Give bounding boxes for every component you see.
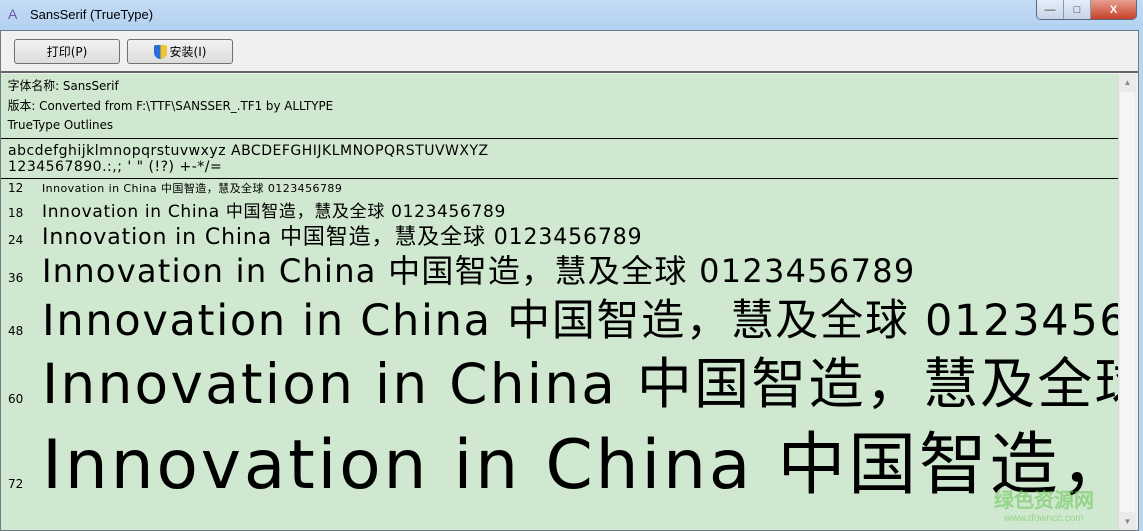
size-label: 72 bbox=[8, 477, 24, 491]
watermark-url: www.downcc.com bbox=[1004, 513, 1084, 524]
watermark: 绿色资源网 www.downcc.com bbox=[994, 484, 1094, 524]
scroll-up-arrow-icon[interactable]: ▲ bbox=[1119, 74, 1136, 91]
vertical-scrollbar[interactable]: ▲ ▼ bbox=[1118, 74, 1136, 530]
font-outline-type: TrueType Outlines bbox=[7, 117, 114, 132]
title-bar: A SansSerif (TrueType) — □ X bbox=[0, 0, 1143, 30]
font-viewer-window: 打印(P) 安装(I) 字体名称: SansSerif 版本: Converte… bbox=[0, 30, 1139, 531]
size-label: 12 bbox=[8, 181, 24, 195]
size-label: 48 bbox=[8, 324, 24, 338]
print-label: 打印(P) bbox=[46, 45, 88, 59]
shield-icon bbox=[153, 44, 167, 59]
charset-preview: abcdefghijklmnopqrstuvwxyz ABCDEFGHIJKLM… bbox=[1, 139, 1118, 178]
font-preview-area: 字体名称: SansSerif 版本: Converted from F:\TT… bbox=[1, 74, 1118, 530]
size-label: 24 bbox=[8, 233, 24, 247]
install-label: 安装(I) bbox=[169, 45, 207, 59]
size-label: 18 bbox=[8, 206, 24, 220]
sample-text: Innovation in China 中国智造，慧及全球 0123456789 bbox=[42, 352, 1118, 416]
minimize-button[interactable]: — bbox=[1037, 0, 1064, 19]
font-version: 版本: Converted from F:\TTF\SANSSER_.TF1 b… bbox=[7, 97, 334, 113]
close-button[interactable]: X bbox=[1091, 0, 1136, 19]
sample-text: Innovation in China 中国智造，慧及全球 0123456789 bbox=[42, 426, 1118, 505]
scroll-down-arrow-icon[interactable]: ▼ bbox=[1119, 513, 1136, 530]
sample-row-72: 72 Innovation in China 中国智造，慧及全球 01234567… bbox=[1, 409, 1118, 508]
install-button[interactable]: 安装(I) bbox=[127, 39, 233, 64]
sample-row-12: 12 Innovation in China 中国智造，慧及全球 01234567… bbox=[1, 180, 342, 196]
sample-row-60: 60 Innovation in China 中国智造，慧及全球 01234567… bbox=[1, 339, 1118, 419]
font-name: 字体名称: SansSerif bbox=[7, 78, 119, 93]
window-title: SansSerif (TrueType) bbox=[30, 7, 154, 22]
charset-letters: abcdefghijklmnopqrstuvwxyz ABCDEFGHIJKLM… bbox=[8, 142, 489, 159]
charset-digits: 1234567890.:,; ' " (!?) +-*/= bbox=[8, 158, 223, 175]
watermark-title: 绿色资源网 bbox=[994, 488, 1094, 512]
font-info: 字体名称: SansSerif 版本: Converted from F:\TT… bbox=[1, 74, 1062, 137]
print-button[interactable]: 打印(P) bbox=[14, 39, 120, 64]
size-label: 60 bbox=[8, 392, 24, 406]
toolbar: 打印(P) 安装(I) bbox=[1, 31, 1138, 73]
size-label: 36 bbox=[8, 271, 24, 285]
maximize-button[interactable]: □ bbox=[1064, 0, 1091, 19]
sample-text: Innovation in China 中国智造，慧及全球 0123456789 bbox=[42, 182, 343, 195]
scrollbar-thumb[interactable] bbox=[1120, 92, 1135, 512]
font-app-icon: A bbox=[8, 6, 18, 22]
divider bbox=[1, 177, 1118, 179]
window-controls: — □ X bbox=[1036, 0, 1137, 20]
